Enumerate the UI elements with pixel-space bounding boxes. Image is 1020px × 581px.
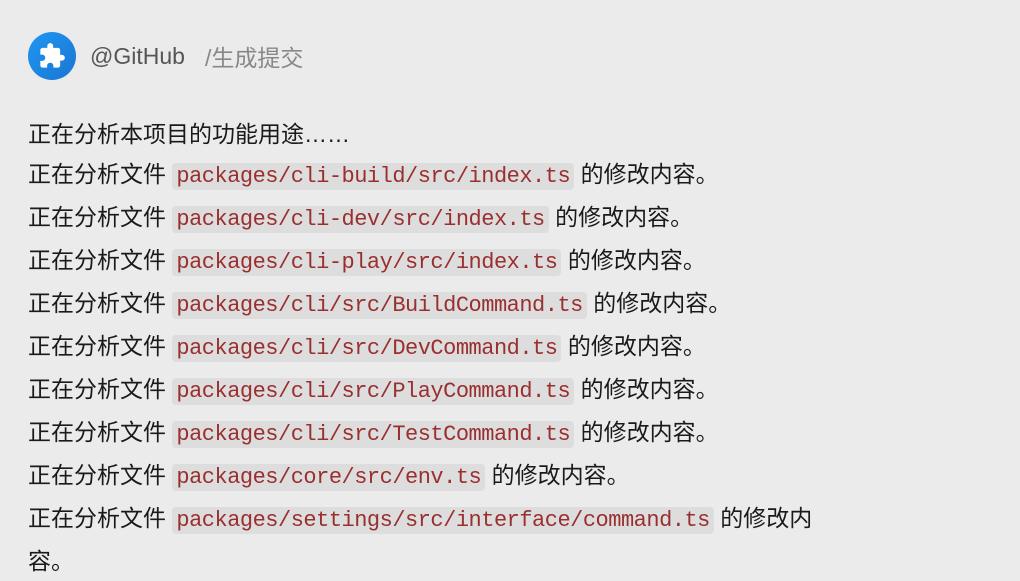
file-path: packages/cli-build/src/index.ts — [172, 163, 574, 190]
avatar — [28, 32, 76, 80]
log-line: 正在分析文件 packages/cli/src/TestCommand.ts 的… — [28, 412, 992, 455]
command-path: /生成提交 — [205, 39, 303, 73]
file-path: packages/cli/src/TestCommand.ts — [172, 421, 574, 448]
mention-tag[interactable]: @GitHub — [90, 43, 185, 70]
log-line: 正在分析文件 packages/cli/src/DevCommand.ts 的修… — [28, 326, 992, 369]
file-path: packages/cli-play/src/index.ts — [172, 249, 561, 276]
log-line: 正在分析文件 packages/cli-play/src/index.ts 的修… — [28, 240, 992, 283]
file-path: packages/cli/src/PlayCommand.ts — [172, 378, 574, 405]
log-output: 正在分析本项目的功能用途…… 正在分析文件 packages/cli-build… — [28, 114, 992, 581]
log-line-wrap: 容。 — [28, 541, 992, 581]
file-path: packages/settings/src/interface/command.… — [172, 507, 714, 534]
log-line: 正在分析文件 packages/core/src/env.ts 的修改内容。 — [28, 455, 992, 498]
file-path: packages/cli/src/BuildCommand.ts — [172, 292, 586, 319]
chat-header: @GitHub /生成提交 — [28, 32, 992, 80]
log-line: 正在分析文件 packages/cli/src/BuildCommand.ts … — [28, 283, 992, 326]
log-line: 正在分析文件 packages/settings/src/interface/c… — [28, 498, 992, 541]
file-path: packages/cli/src/DevCommand.ts — [172, 335, 561, 362]
log-line: 正在分析文件 packages/cli/src/PlayCommand.ts 的… — [28, 369, 992, 412]
log-intro: 正在分析本项目的功能用途…… — [28, 114, 992, 154]
file-path: packages/core/src/env.ts — [172, 464, 485, 491]
log-line: 正在分析文件 packages/cli-dev/src/index.ts 的修改… — [28, 197, 992, 240]
log-line: 正在分析文件 packages/cli-build/src/index.ts 的… — [28, 154, 992, 197]
file-path: packages/cli-dev/src/index.ts — [172, 206, 548, 233]
puzzle-icon — [38, 42, 66, 70]
